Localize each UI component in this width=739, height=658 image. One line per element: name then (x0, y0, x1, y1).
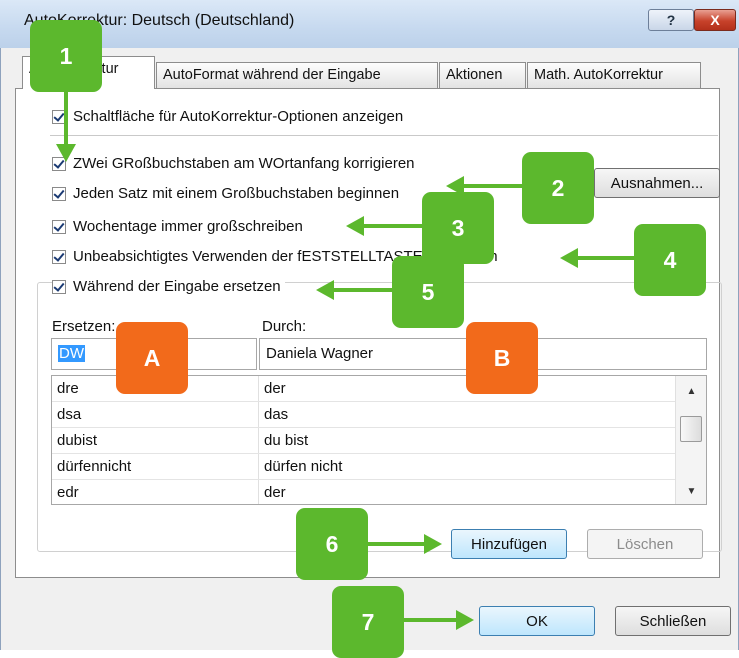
entry-to: der (264, 380, 286, 397)
exceptions-button[interactable]: Ausnahmen... (594, 168, 720, 198)
checkbox-checked-icon[interactable] (52, 186, 66, 201)
delete-button[interactable]: Löschen (587, 529, 703, 559)
option-label: Wochentage immer großschreiben (73, 218, 303, 235)
option-label: Während der Eingabe ersetzen (73, 278, 281, 295)
add-button[interactable]: Hinzufügen (451, 529, 567, 559)
entry-to: dürfen nicht (264, 458, 343, 475)
annotation-badge-1: 1 (30, 20, 102, 92)
close-button[interactable]: Schließen (615, 606, 731, 636)
entry-from: dsa (57, 406, 82, 423)
scroll-down-icon[interactable]: ▼ (676, 482, 706, 502)
checkbox-checked-icon[interactable] (52, 109, 66, 124)
entry-to: du bist (264, 432, 309, 449)
checkbox-checked-icon[interactable] (52, 249, 66, 264)
checkbox-checked-icon[interactable] (52, 219, 66, 234)
scroll-up-icon[interactable]: ▲ (676, 382, 706, 402)
option-capitalize-days[interactable]: Wochentage immer großschreiben (52, 218, 303, 235)
checkbox-checked-icon[interactable] (52, 156, 66, 171)
checkbox-checked-icon[interactable] (52, 279, 66, 294)
annotation-badge-b: B (466, 322, 538, 394)
option-label: Jeden Satz mit einem Großbuchstaben begi… (73, 185, 400, 202)
list-item[interactable]: dsa das (52, 402, 675, 428)
option-replace-typing[interactable]: Während der Eingabe ersetzen (52, 278, 285, 295)
entry-from: dubist (57, 432, 98, 449)
help-button[interactable]: ? (648, 9, 694, 31)
tab-aktionen[interactable]: Aktionen (439, 62, 526, 88)
ok-button[interactable]: OK (479, 606, 595, 636)
annotation-badge-6: 6 (296, 508, 368, 580)
list-item[interactable]: dubist du bist (52, 428, 675, 454)
tab-autoformat[interactable]: AutoFormat während der Eingabe (156, 62, 438, 88)
option-show-buttons[interactable]: Schaltfläche für AutoKorrektur-Optionen … (52, 108, 403, 125)
annotation-badge-3: 3 (422, 192, 494, 264)
option-two-initial-caps[interactable]: ZWei GRoßbuchstaben am WOrtanfang korrig… (52, 155, 415, 172)
replace-input-value: DW (58, 345, 85, 362)
option-capitalize-sentence[interactable]: Jeden Satz mit einem Großbuchstaben begi… (52, 185, 399, 202)
with-label: Durch: (262, 318, 307, 335)
list-scrollbar[interactable]: ▲ ▼ (675, 376, 706, 504)
entry-to: das (264, 406, 289, 423)
annotation-badge-5: 5 (392, 256, 464, 328)
annotation-badge-a: A (116, 322, 188, 394)
list-item[interactable]: edr der (52, 480, 675, 504)
replacement-list[interactable]: dre der dsa das dubist du bist dürfennic… (51, 375, 707, 505)
list-item[interactable]: dürfennicht dürfen nicht (52, 454, 675, 480)
entry-from: dre (57, 380, 79, 397)
scrollbar-thumb[interactable] (680, 416, 702, 442)
entry-from: dürfennicht (57, 458, 132, 475)
annotation-badge-2: 2 (522, 152, 594, 224)
annotation-badge-7: 7 (332, 586, 404, 658)
entry-from: edr (57, 484, 79, 501)
annotation-badge-4: 4 (634, 224, 706, 296)
close-window-button[interactable]: X (694, 9, 736, 31)
entry-to: der (264, 484, 286, 501)
option-label: Schaltfläche für AutoKorrektur-Optionen … (73, 108, 404, 125)
divider (50, 135, 718, 136)
replace-label: Ersetzen: (52, 318, 116, 335)
option-label: ZWei GRoßbuchstaben am WOrtanfang korrig… (73, 155, 415, 172)
tab-math-autokorrektur[interactable]: Math. AutoKorrektur (527, 62, 701, 88)
